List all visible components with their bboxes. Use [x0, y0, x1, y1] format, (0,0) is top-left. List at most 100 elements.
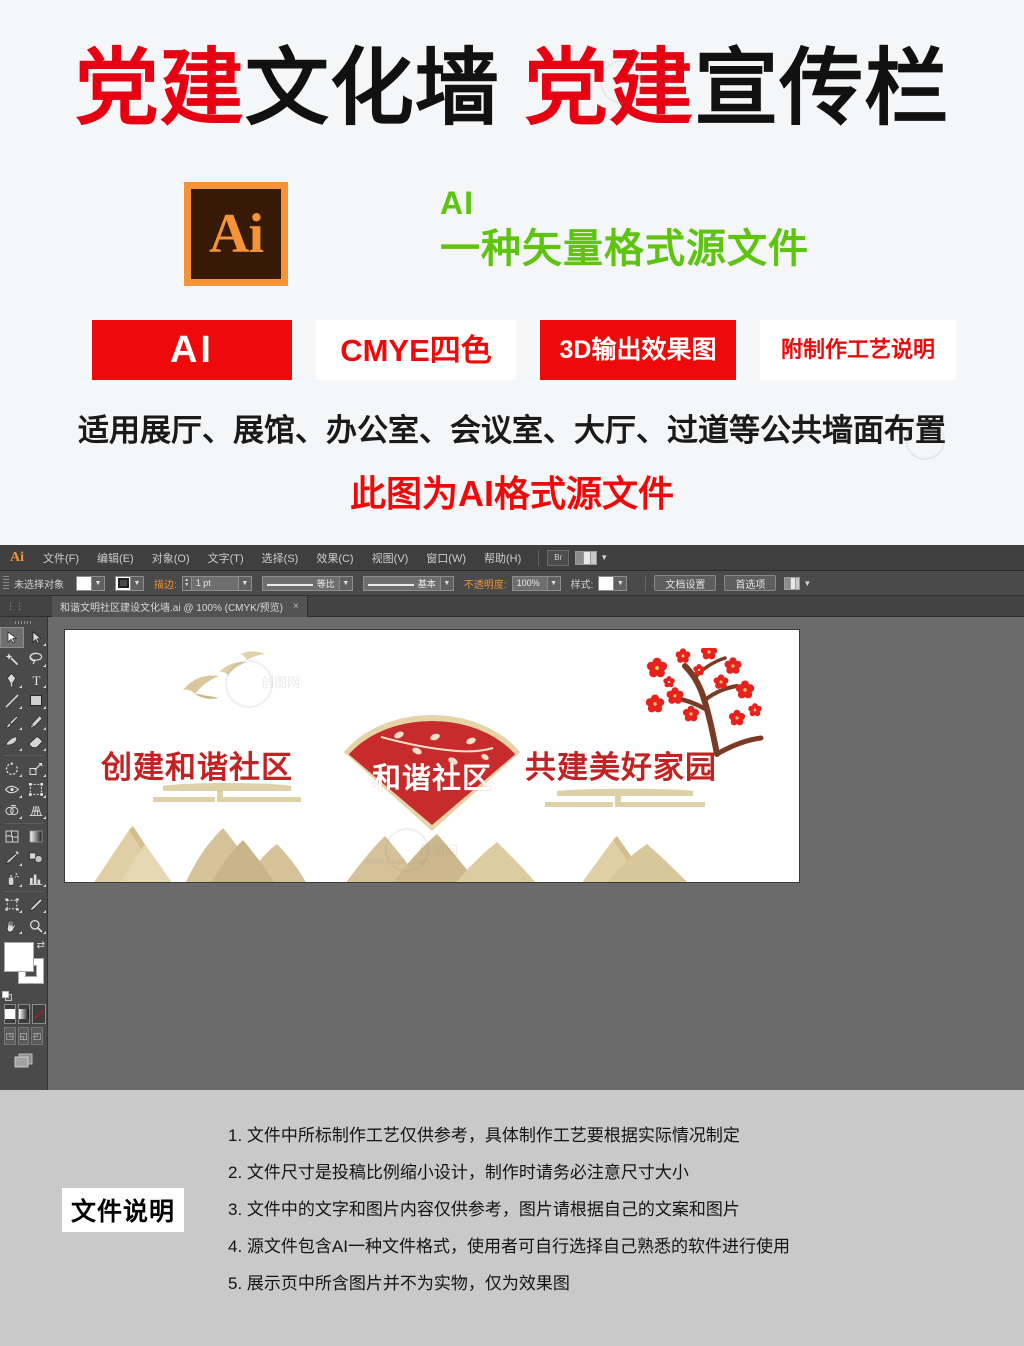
pencil-tool[interactable]	[24, 711, 48, 732]
style-group[interactable]: 样式: ▼	[571, 575, 628, 591]
scale-tool[interactable]	[24, 758, 48, 779]
gradient-button[interactable]	[18, 1004, 30, 1024]
menu-help[interactable]: 帮助(H)	[475, 545, 530, 571]
fill-swatch-group[interactable]: ▼	[76, 575, 105, 591]
default-fill-stroke-icon[interactable]	[2, 991, 13, 1002]
slice-tool[interactable]	[24, 894, 48, 915]
stroke-label: 描边:	[154, 579, 177, 591]
menu-divider	[538, 549, 540, 566]
menu-type[interactable]: 文字(T)	[199, 545, 253, 571]
fill-swatch[interactable]	[76, 575, 92, 591]
stroke-weight-dropdown-icon[interactable]: ▼	[238, 575, 252, 591]
blend-tool[interactable]	[24, 847, 48, 868]
draw-mode-buttons: ◳ ◱ ◰	[3, 1027, 44, 1045]
draw-normal-button[interactable]: ◳	[4, 1027, 16, 1045]
brush-definition-group[interactable]: 基本 ▼	[362, 575, 454, 591]
opacity-group[interactable]: 不透明度: 100% ▼	[463, 575, 561, 591]
tools-grid: T	[0, 627, 47, 936]
stroke-profile-preview[interactable]: 等比	[261, 575, 340, 591]
chevron-down-icon[interactable]: ▼	[600, 553, 608, 562]
stroke-weight-group[interactable]: 描边: ▲ ▼ 1 pt ▼	[154, 575, 252, 591]
menu-file[interactable]: 文件(F)	[34, 545, 88, 571]
brush-preview[interactable]: 基本	[362, 575, 441, 591]
selection-tool[interactable]	[0, 627, 24, 648]
tools-divider	[4, 823, 44, 824]
eyedropper-tool[interactable]	[0, 847, 24, 868]
none-color-button[interactable]	[32, 1004, 46, 1024]
stroke-weight-stepper[interactable]: ▲ ▼	[181, 575, 191, 591]
feature-badges: AI CMYE四色 3D输出效果图 附制作工艺说明	[92, 320, 956, 380]
birds-illustration	[183, 651, 265, 699]
rotate-tool[interactable]	[0, 758, 24, 779]
hand-tool[interactable]	[0, 915, 24, 936]
pen-tool[interactable]	[0, 669, 24, 690]
solid-color-button[interactable]	[4, 1004, 16, 1024]
shape-builder-tool[interactable]	[0, 800, 24, 821]
menu-effect[interactable]: 效果(C)	[307, 545, 362, 571]
paintbrush-tool[interactable]	[0, 711, 24, 732]
menu-view[interactable]: 视图(V)	[363, 545, 418, 571]
promo-title-part-2: 文化墙	[244, 41, 500, 135]
rectangle-tool[interactable]	[24, 690, 48, 711]
menu-window[interactable]: 窗口(W)	[417, 545, 475, 571]
symbol-sprayer-tool[interactable]	[0, 868, 24, 889]
tab-bar-grip[interactable]: ⋮⋮	[6, 601, 24, 611]
gradient-tool[interactable]	[24, 826, 48, 847]
promo-title-part-3: 党建	[524, 41, 695, 135]
stroke-profile-group[interactable]: 等比 ▼	[261, 575, 353, 591]
column-graph-tool[interactable]	[24, 868, 48, 889]
free-transform-tool[interactable]	[24, 779, 48, 800]
control-bar-grip[interactable]	[3, 576, 9, 590]
right-mountains	[346, 834, 687, 882]
bridge-button[interactable]: Br	[547, 549, 570, 566]
menu-edit[interactable]: 编辑(E)	[88, 545, 143, 571]
note-item: 5. 展示页中所含图片并不为实物，仅为效果图	[228, 1274, 570, 1293]
document-setup-button[interactable]: 文档设置	[654, 575, 717, 591]
line-segment-tool[interactable]	[0, 690, 24, 711]
artboard-tool[interactable]	[0, 894, 24, 915]
preferences-button[interactable]: 首选项	[724, 575, 777, 591]
stroke-dropdown-icon[interactable]: ▼	[131, 575, 144, 591]
fill-dropdown-icon[interactable]: ▼	[92, 575, 105, 591]
brush-value: 基本	[417, 578, 436, 589]
stroke-weight-value[interactable]: 1 pt	[190, 575, 239, 591]
opacity-value[interactable]: 100%	[511, 575, 548, 591]
width-tool[interactable]	[0, 779, 24, 800]
blob-brush-tool[interactable]	[0, 732, 24, 753]
artboard[interactable]: 创建和谐社区 和谐社区 共建美好家园 创图网	[64, 629, 800, 883]
menu-object[interactable]: 对象(O)	[143, 545, 199, 571]
perspective-grid-tool[interactable]	[24, 800, 48, 821]
magic-wand-tool[interactable]	[0, 648, 24, 669]
style-swatch[interactable]	[598, 575, 615, 591]
type-tool[interactable]: T	[24, 669, 48, 690]
note-item: 3. 文件中的文字和图片内容仅供参考，图片请根据自己的文案和图片	[228, 1200, 740, 1219]
swap-fill-stroke-icon[interactable]: ⇄	[37, 940, 45, 951]
draw-inside-button[interactable]: ◰	[31, 1027, 44, 1045]
zoom-tool[interactable]	[24, 915, 48, 936]
eraser-tool[interactable]	[24, 732, 48, 753]
close-icon[interactable]: ×	[293, 601, 299, 612]
tools-divider	[4, 755, 44, 756]
opacity-dropdown-icon[interactable]: ▼	[547, 575, 561, 591]
stroke-swatch[interactable]	[115, 575, 131, 591]
app-logo-icon: Ai	[10, 549, 24, 565]
workspace-switcher-icon[interactable]	[575, 550, 598, 565]
align-icon[interactable]	[784, 576, 801, 590]
align-chevron-down-icon[interactable]: ▼	[803, 579, 811, 588]
lasso-tool[interactable]	[24, 648, 48, 669]
opacity-label: 不透明度:	[463, 579, 507, 591]
canvas-area[interactable]: 创建和谐社区 和谐社区 共建美好家园 创图网	[48, 617, 1024, 1090]
document-tab[interactable]: 和谐文明社区建设文化墙.ai @ 100% (CMYK/预览) ×	[52, 596, 308, 617]
draw-behind-button[interactable]: ◱	[17, 1027, 30, 1045]
brush-dropdown-icon[interactable]: ▼	[440, 575, 454, 591]
menu-select[interactable]: 选择(S)	[253, 545, 308, 571]
stroke-swatch-group[interactable]: ▼	[115, 575, 144, 591]
tools-panel-grip[interactable]	[0, 617, 47, 627]
fill-color-swatch[interactable]	[4, 942, 34, 972]
stroke-profile-dropdown-icon[interactable]: ▼	[339, 575, 353, 591]
style-dropdown-icon[interactable]: ▼	[614, 575, 628, 591]
mesh-tool[interactable]	[0, 826, 24, 847]
screen-mode-button[interactable]	[0, 1049, 47, 1073]
direct-selection-tool[interactable]	[24, 627, 48, 648]
badge-3d-output: 3D输出效果图	[539, 320, 736, 380]
